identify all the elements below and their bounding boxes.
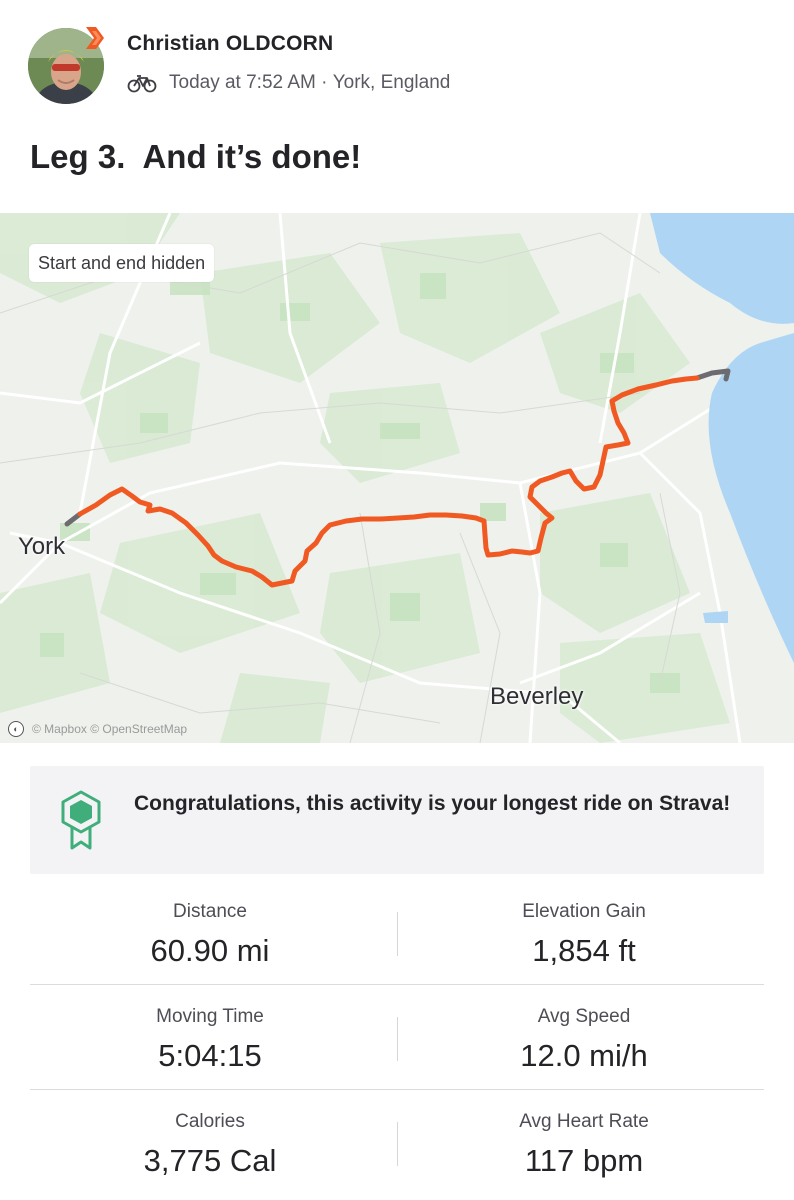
stat-value: 60.90 mi xyxy=(150,933,270,968)
stat-divider xyxy=(397,912,398,956)
place-label-york: York xyxy=(18,533,66,560)
attribution-text: © Mapbox © OpenStreetMap xyxy=(32,722,188,736)
map-canvas xyxy=(0,213,794,743)
privacy-label: Start and end hidden xyxy=(29,244,215,282)
meta-separator: · xyxy=(315,72,333,93)
stat-row: Distance 60.90 mi Elevation Gain 1,854 f… xyxy=(30,880,764,985)
stat-value: 3,775 Cal xyxy=(143,1143,277,1178)
stat-distance: Distance 60.90 mi xyxy=(30,880,390,969)
map-attribution[interactable]: ◐ © Mapbox © OpenStreetMap xyxy=(8,721,187,737)
stat-label: Distance xyxy=(173,901,247,922)
stat-avg-heart-rate: Avg Heart Rate 117 bpm xyxy=(404,1090,764,1179)
activity-header: Christian OLDCORN Today at 7:52 AM · Yor… xyxy=(0,0,794,130)
stat-elevation-gain: Elevation Gain 1,854 ft xyxy=(404,880,764,969)
activity-title[interactable]: Leg 3. And it’s done! xyxy=(30,138,361,176)
activity-meta: Today at 7:52 AM · York, England xyxy=(127,70,450,96)
stat-avg-speed: Avg Speed 12.0 mi/h xyxy=(404,985,764,1074)
activity-time: Today at 7:52 AM xyxy=(169,72,316,93)
stats-grid: Distance 60.90 mi Elevation Gain 1,854 f… xyxy=(30,880,764,1195)
stat-value: 1,854 ft xyxy=(532,933,636,968)
bike-icon xyxy=(127,75,157,93)
stat-value: 12.0 mi/h xyxy=(520,1038,648,1073)
place-label-beverley: Beverley xyxy=(490,683,584,710)
achievement-text: Congratulations, this activity is your l… xyxy=(134,792,731,815)
stat-value: 117 bpm xyxy=(524,1143,644,1178)
stat-calories: Calories 3,775 Cal xyxy=(30,1090,390,1179)
stat-divider xyxy=(397,1122,398,1166)
stat-label: Elevation Gain xyxy=(522,901,646,922)
stat-divider xyxy=(397,1017,398,1061)
stat-moving-time: Moving Time 5:04:15 xyxy=(30,985,390,1074)
stat-label: Avg Heart Rate xyxy=(519,1111,649,1132)
mapbox-logo-icon: ◐ xyxy=(8,721,24,737)
award-hexagon-icon xyxy=(61,790,101,850)
athlete-name[interactable]: Christian OLDCORN xyxy=(127,32,333,56)
stat-label: Calories xyxy=(175,1111,245,1132)
stat-label: Moving Time xyxy=(156,1006,264,1027)
stat-label: Avg Speed xyxy=(537,1006,631,1027)
stat-row: Calories 3,775 Cal Avg Heart Rate 117 bp… xyxy=(30,1090,764,1195)
route-map[interactable]: Start and end hidden York Beverley ◐ © M… xyxy=(0,213,794,743)
stat-value: 5:04:15 xyxy=(158,1038,262,1073)
stat-row: Moving Time 5:04:15 Avg Speed 12.0 mi/h xyxy=(30,985,764,1090)
achievement-banner: Congratulations, this activity is your l… xyxy=(30,766,764,874)
subscriber-badge-icon xyxy=(86,27,104,49)
activity-location: York, England xyxy=(332,72,451,93)
